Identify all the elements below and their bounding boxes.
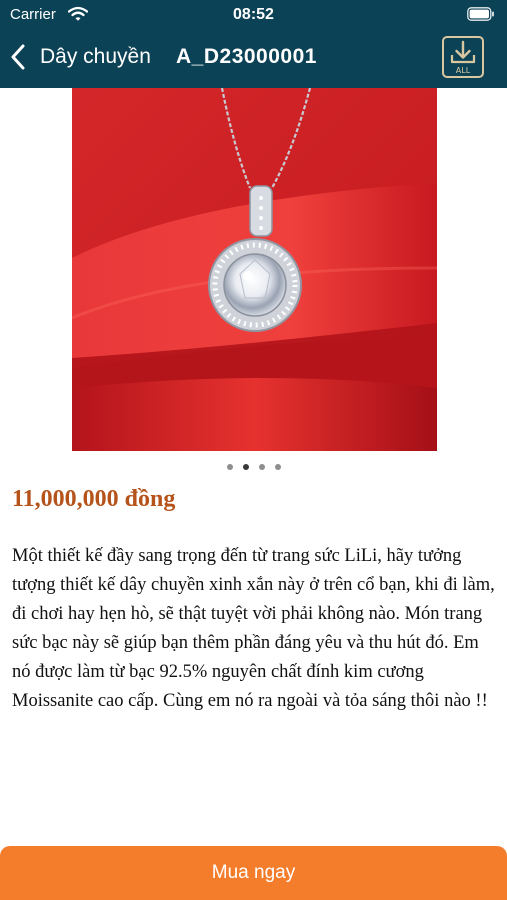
page-dot-active[interactable]: [242, 464, 249, 470]
download-all-button[interactable]: ALL: [442, 36, 484, 78]
download-all-label: ALL: [455, 66, 471, 75]
clock: 08:52: [233, 6, 274, 23]
chevron-left-icon: [10, 44, 26, 75]
product-code: A_D23000001: [176, 45, 317, 68]
page-dot[interactable]: [226, 464, 233, 470]
navigation-bar: Dây chuyền A_D23000001 ALL: [0, 30, 507, 88]
product-description: Một thiết kế đầy sang trọng đến từ trang…: [12, 546, 495, 711]
back-button[interactable]: [10, 42, 34, 76]
carousel-page-indicator[interactable]: [0, 457, 507, 475]
product-price: 11,000,000 đồng: [12, 486, 176, 512]
nav-category-title: Dây chuyền: [40, 45, 151, 68]
product-image[interactable]: [72, 88, 437, 451]
status-bar: Carrier 08:52: [0, 0, 507, 30]
buy-now-button[interactable]: Mua ngay: [0, 846, 507, 900]
page-dot[interactable]: [274, 464, 281, 470]
battery-icon: [467, 7, 495, 26]
page-dot[interactable]: [258, 464, 265, 470]
buy-now-label: Mua ngay: [211, 862, 296, 883]
